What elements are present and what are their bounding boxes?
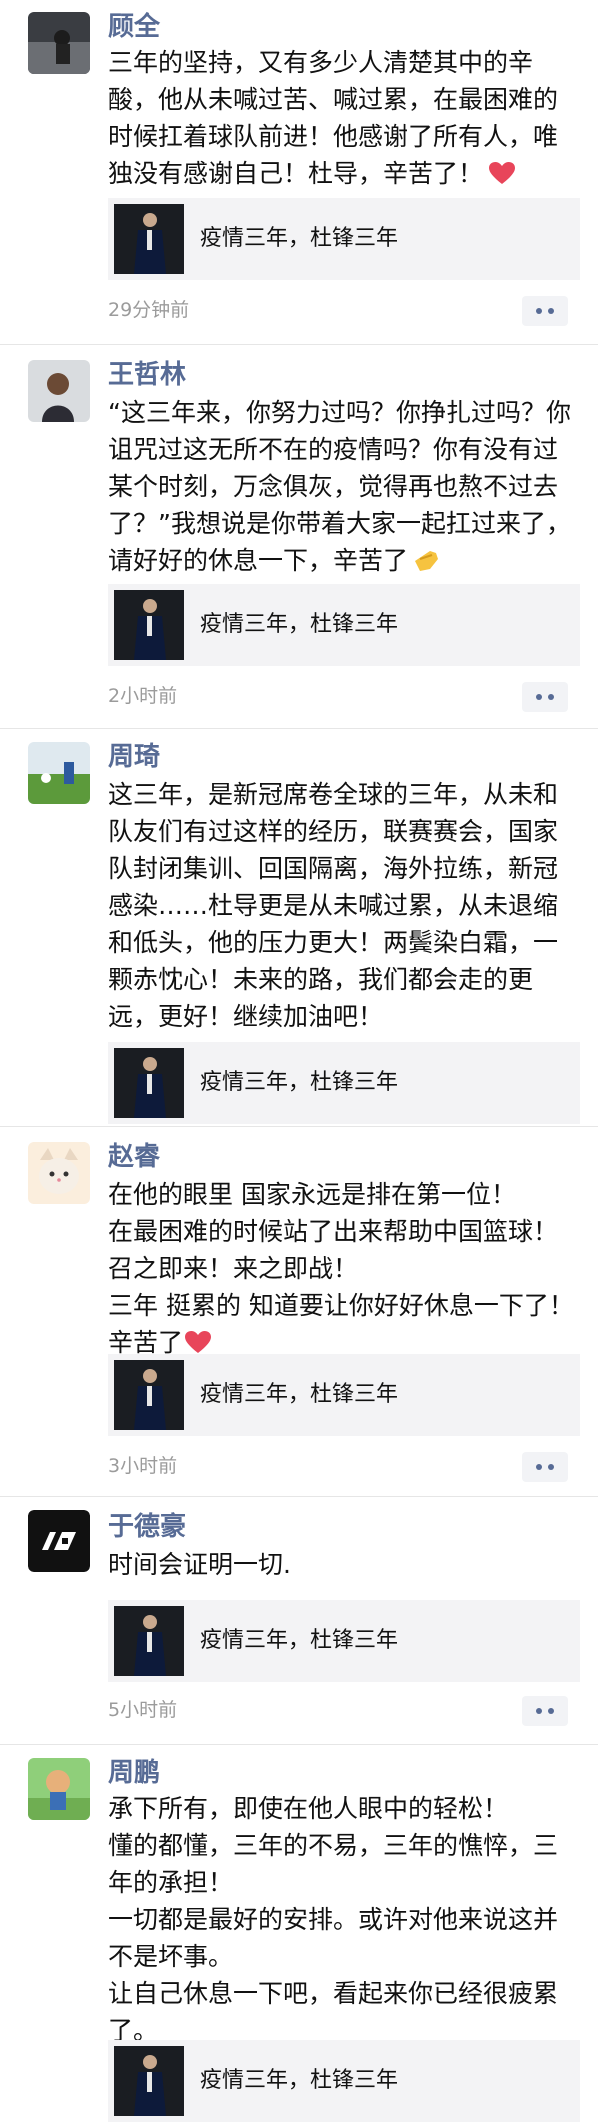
red-heart-icon xyxy=(185,1331,212,1353)
avatar[interactable] xyxy=(28,1758,90,1820)
timestamp: 3小时前 xyxy=(108,1455,178,1477)
shared-link-card[interactable]: 疫情三年，杜锋三年 xyxy=(108,1042,580,1124)
timestamp: 29分钟前 xyxy=(108,299,190,321)
divider xyxy=(0,1496,598,1497)
salute-hand-icon xyxy=(415,551,439,571)
card-title: 疫情三年，杜锋三年 xyxy=(200,1628,399,1653)
card-thumbnail xyxy=(114,204,184,274)
more-options-button[interactable] xyxy=(522,1696,568,1726)
more-options-button[interactable] xyxy=(522,296,568,326)
avatar[interactable] xyxy=(28,12,90,74)
divider xyxy=(0,1126,598,1127)
post-text: 时间会证明一切. xyxy=(108,1550,291,1579)
card-thumbnail xyxy=(114,590,184,660)
post-text: 在他的眼里 国家永远是排在第一位！ 在最困难的时候站了出来帮助中国篮球！ 召之即… xyxy=(108,1180,574,1357)
card-thumbnail xyxy=(114,1606,184,1676)
red-heart-icon xyxy=(489,162,516,184)
shared-link-card[interactable]: 疫情三年，杜锋三年 xyxy=(108,2040,580,2122)
avatar[interactable] xyxy=(28,360,90,422)
author-name[interactable]: 于德豪 xyxy=(108,1510,186,1544)
post-text: “这三年来，你努力过吗？你挣扎过吗？你 诅咒过这无所不在的疫情吗？你有没有过 某… xyxy=(108,398,571,575)
avatar[interactable] xyxy=(28,1510,90,1572)
card-title: 疫情三年，杜锋三年 xyxy=(200,1070,399,1095)
shared-link-card[interactable]: 疫情三年，杜锋三年 xyxy=(108,584,580,666)
author-name[interactable]: 周琦 xyxy=(108,740,160,774)
card-thumbnail xyxy=(114,1360,184,1430)
author-name[interactable]: 王哲林 xyxy=(108,358,186,392)
shared-link-card[interactable]: 疫情三年，杜锋三年 xyxy=(108,1354,580,1436)
card-thumbnail xyxy=(114,2046,184,2116)
card-title: 疫情三年，杜锋三年 xyxy=(200,226,399,251)
card-thumbnail xyxy=(114,1048,184,1118)
post-text: 三年的坚持，又有多少人清楚其中的辛 酸，他从未喊过苦、喊过累，在最困难的 时候扛… xyxy=(108,48,559,188)
card-title: 疫情三年，杜锋三年 xyxy=(200,1382,399,1407)
moments-feed: 顾全 三年的坚持，又有多少人清楚其中的辛 酸，他从未喊过苦、喊过累，在最困难的 … xyxy=(0,0,598,2122)
timestamp: 5小时前 xyxy=(108,1699,178,1721)
avatar[interactable] xyxy=(28,742,90,804)
post-text: 这三年，是新冠席卷全球的三年，从未和 队友们有过这样的经历，联赛赛会，国家 队封… xyxy=(108,780,559,1031)
avatar[interactable] xyxy=(28,1142,90,1204)
card-title: 疫情三年，杜锋三年 xyxy=(200,612,399,637)
divider xyxy=(0,728,598,729)
divider xyxy=(0,344,598,345)
author-name[interactable]: 赵睿 xyxy=(108,1140,160,1174)
post-text: 承下所有，即使在他人眼中的轻松！ 懂的都懂，三年的不易，三年的憔悴，三 年的承担… xyxy=(108,1794,559,2045)
author-name[interactable]: 周鹏 xyxy=(108,1756,160,1790)
shared-link-card[interactable]: 疫情三年，杜锋三年 xyxy=(108,198,580,280)
divider xyxy=(0,1744,598,1745)
author-name[interactable]: 顾全 xyxy=(108,10,160,44)
shared-link-card[interactable]: 疫情三年，杜锋三年 xyxy=(108,1600,580,1682)
more-options-button[interactable] xyxy=(522,682,568,712)
timestamp: 2小时前 xyxy=(108,685,178,707)
more-options-button[interactable] xyxy=(522,1452,568,1482)
card-title: 疫情三年，杜锋三年 xyxy=(200,2068,399,2093)
